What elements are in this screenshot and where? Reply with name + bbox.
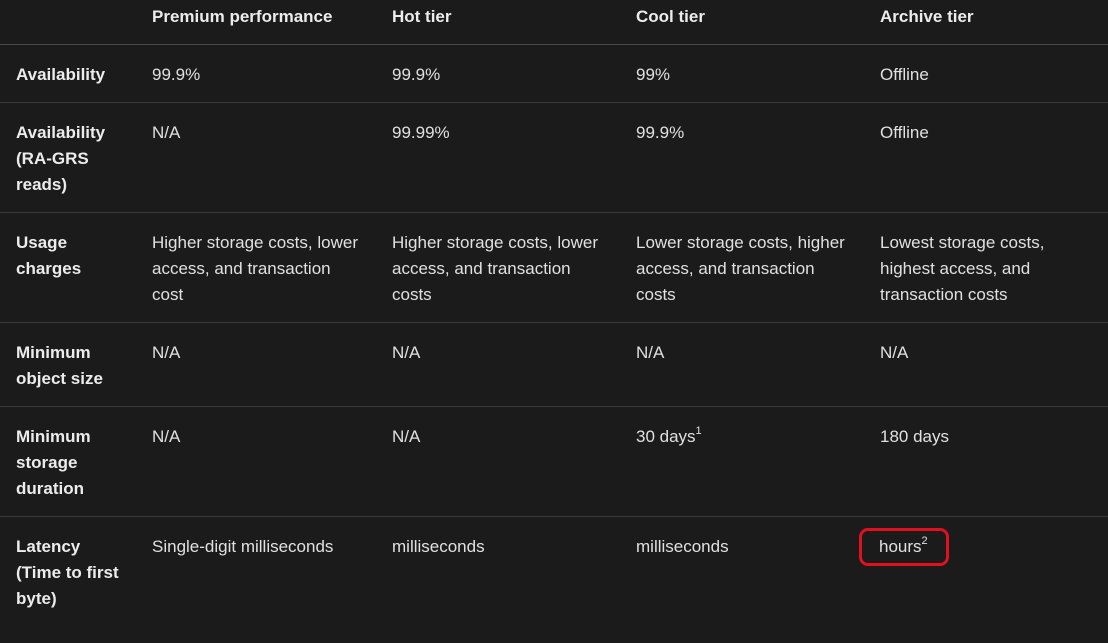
row-label: Minimum object size: [0, 322, 136, 407]
table-row-availability: Availability 99.9% 99.9% 99% Offline: [0, 44, 1108, 103]
cell-cool: milliseconds: [636, 536, 729, 556]
cell-hot: milliseconds: [392, 536, 485, 556]
cell-archive: Offline: [864, 44, 1108, 103]
table-row-availability-ra-grs: Availability (RA-GRS reads) N/A 99.99% 9…: [0, 102, 1108, 213]
cell-cool-value: 30 days: [636, 426, 696, 446]
cell-cool: N/A: [620, 322, 864, 407]
row-label: Usage charges: [0, 212, 136, 323]
storage-tier-comparison-table: Premium performance Hot tier Cool tier A…: [0, 0, 1108, 642]
cell-hot: N/A: [376, 406, 620, 517]
header-corner: [0, 0, 136, 45]
row-label: Availability: [0, 44, 136, 103]
cell-premium: 99.9%: [136, 44, 376, 103]
cell-hot: Higher storage costs, lower access, and …: [376, 212, 620, 323]
cell-archive: Offline: [864, 102, 1108, 213]
table-row-minimum-storage-duration: Minimum storage duration N/A N/A 30 days…: [0, 406, 1108, 517]
cell-premium: N/A: [136, 322, 376, 407]
header-hot-tier: Hot tier: [376, 0, 620, 45]
cell-archive: 180 days: [864, 406, 1108, 517]
cell-hot: N/A: [376, 322, 620, 407]
cell-archive: Lowest storage costs, highest access, an…: [864, 212, 1108, 323]
cell-cool: 99.9%: [620, 102, 864, 213]
cell-hot: 99.9%: [376, 44, 620, 103]
cell-premium: Higher storage costs, lower access, and …: [136, 212, 376, 323]
table-row-usage-charges: Usage charges Higher storage costs, lowe…: [0, 212, 1108, 323]
footnote-marker: 1: [695, 424, 702, 437]
cell-archive: hours2: [859, 516, 1108, 642]
header-row: Premium performance Hot tier Cool tier A…: [0, 0, 1108, 45]
row-label: Latency (Time to first byte): [16, 536, 119, 608]
red-highlight-outline: hours2: [859, 527, 949, 566]
cell-cool: 99%: [620, 44, 864, 103]
cell-premium: N/A: [136, 406, 376, 517]
row-label: Minimum storage duration: [0, 406, 136, 517]
cell-cool: Lower storage costs, higher access, and …: [620, 212, 864, 323]
table-body: Availability 99.9% 99.9% 99% Offline Ava…: [0, 44, 1108, 642]
cell-archive-value: hours: [879, 536, 922, 556]
cell-hot: 99.99%: [376, 102, 620, 213]
header-archive-tier: Archive tier: [864, 0, 1108, 45]
footnote-marker: 2: [921, 534, 928, 547]
header-cool-tier: Cool tier: [620, 0, 864, 45]
header-premium-performance: Premium performance: [136, 0, 376, 45]
cell-premium: Single-digit milliseconds: [152, 536, 334, 556]
cell-premium: N/A: [136, 102, 376, 213]
row-label: Availability (RA-GRS reads): [0, 102, 136, 213]
table-header: Premium performance Hot tier Cool tier A…: [0, 0, 1108, 45]
cell-archive: N/A: [864, 322, 1108, 407]
cell-cool: 30 days1: [620, 406, 864, 517]
table-row-minimum-object-size: Minimum object size N/A N/A N/A N/A: [0, 322, 1108, 407]
table-row-latency: Latency (Time to first byte) Single-digi…: [0, 516, 1108, 642]
